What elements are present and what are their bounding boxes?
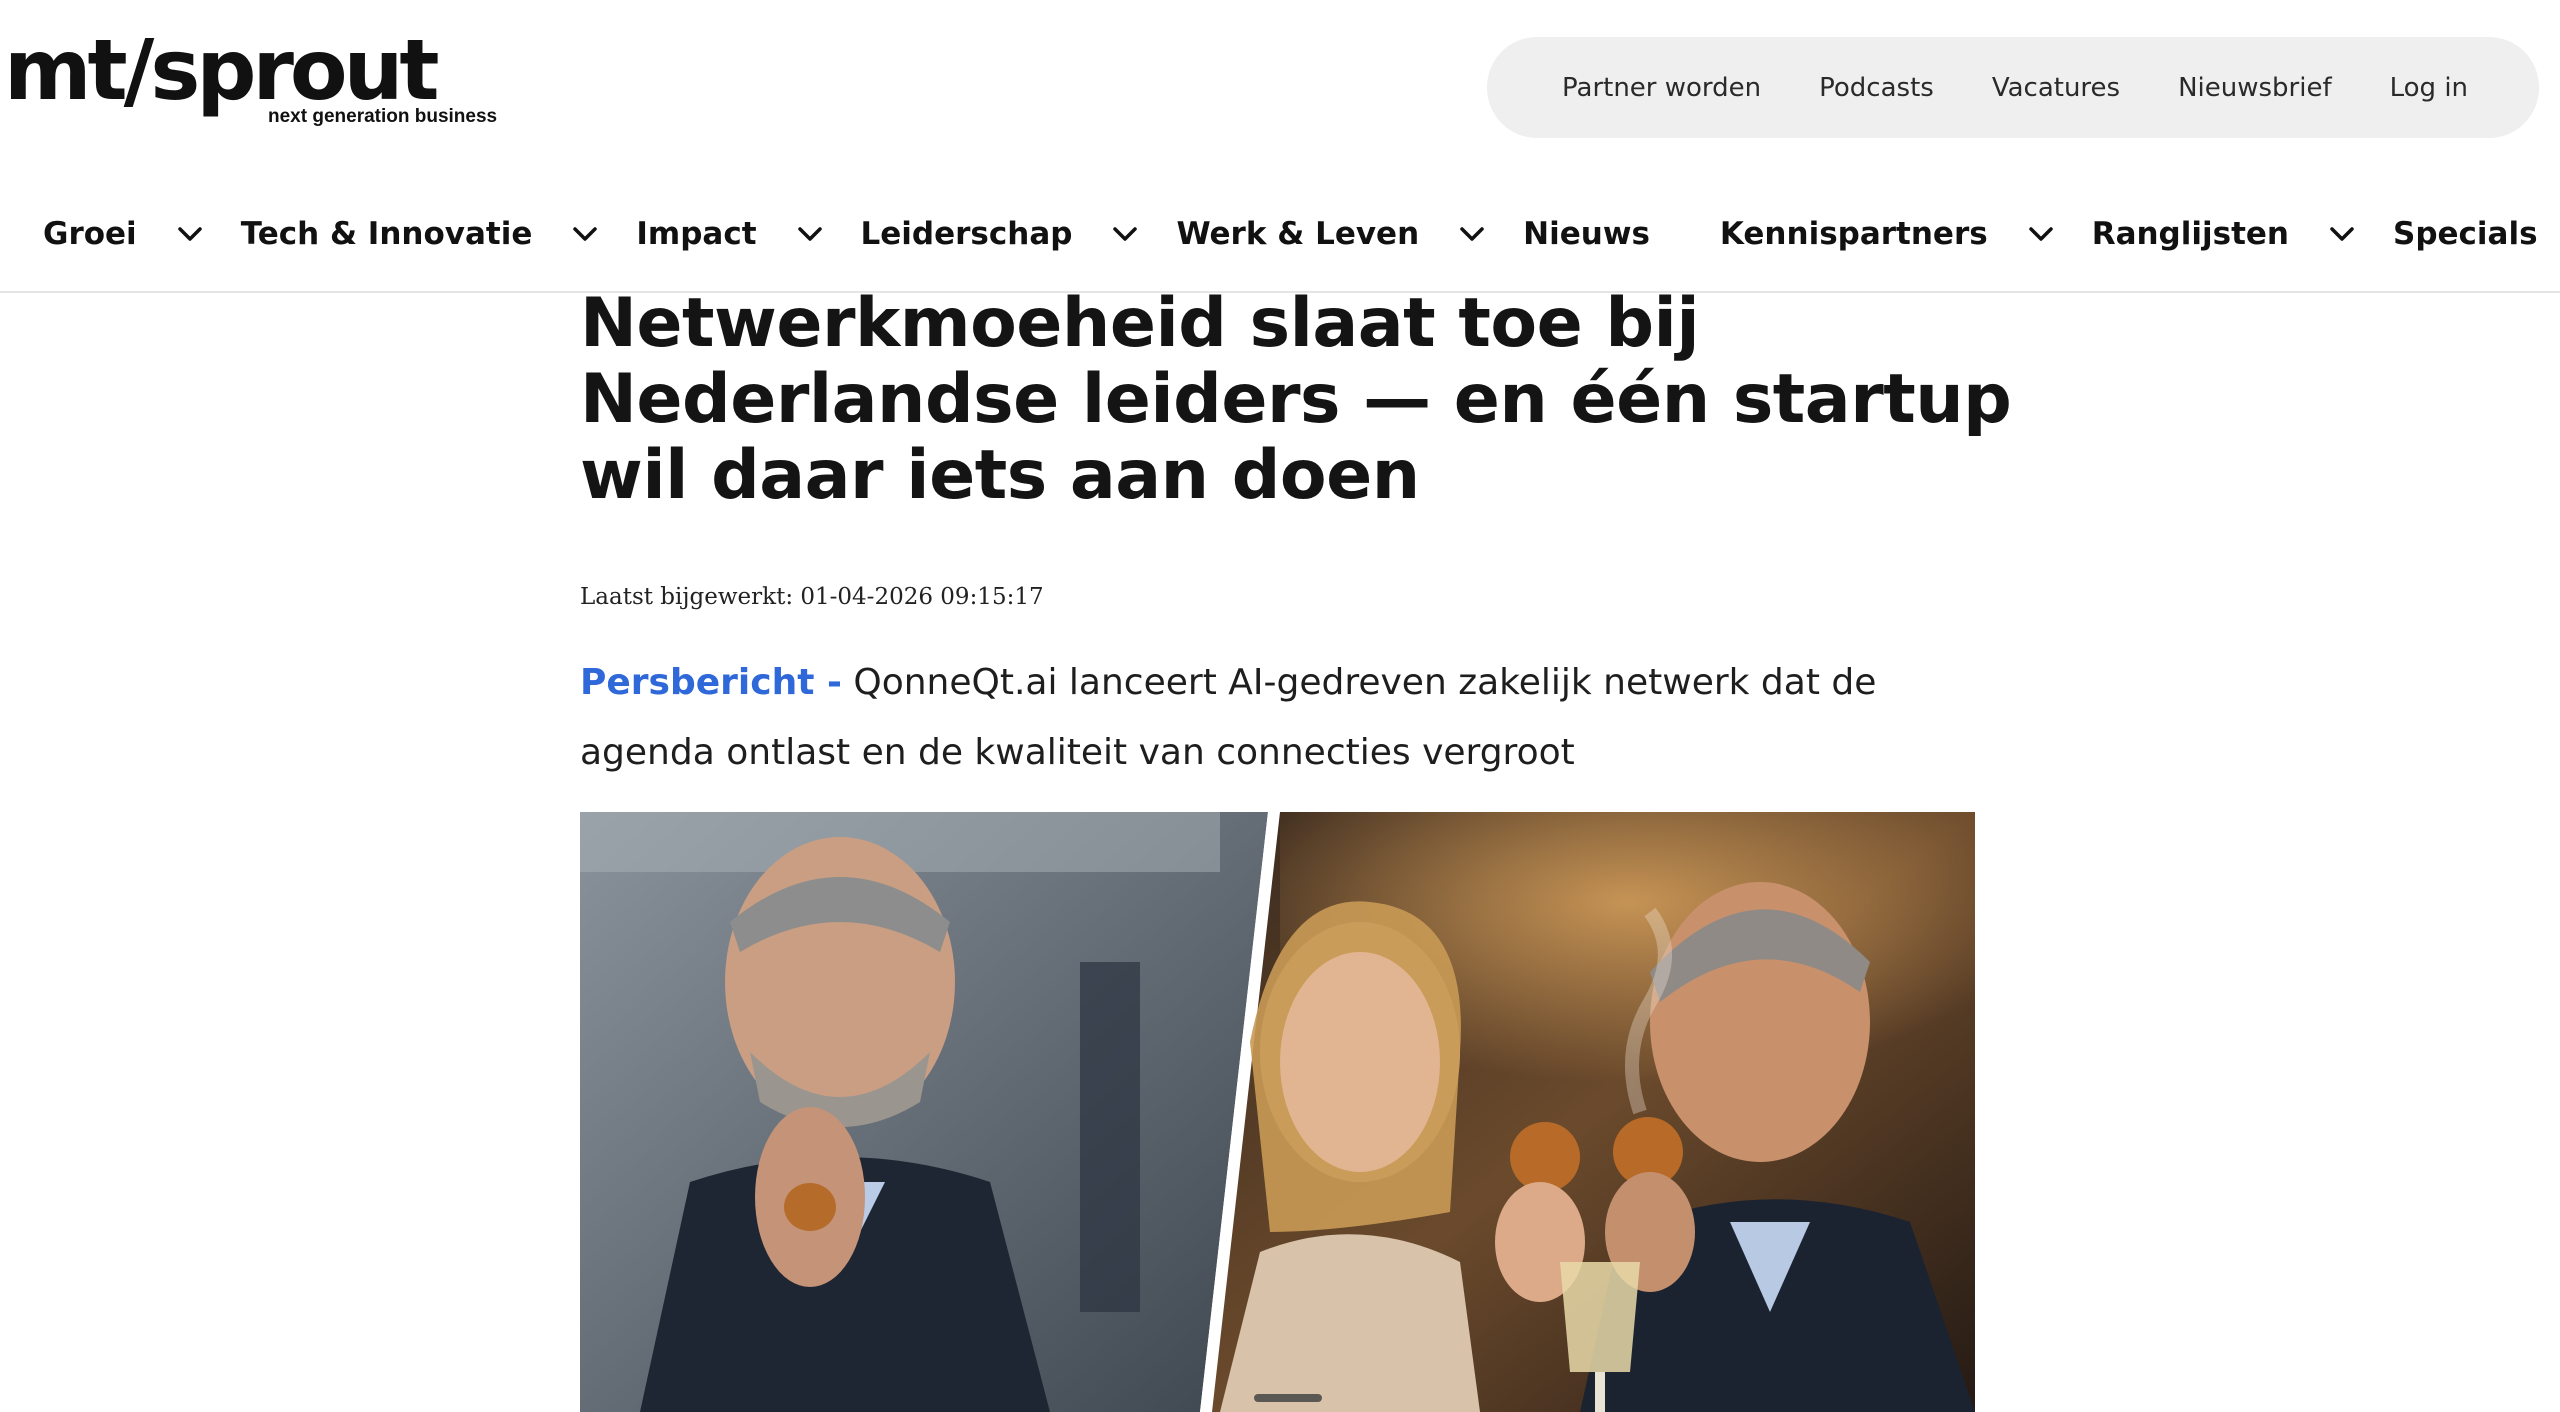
nav-item-werk-en-leven[interactable]: Werk & Leven: [1176, 216, 1485, 252]
nav-item-label: Werk & Leven: [1176, 216, 1420, 252]
article-kicker: Persbericht -: [580, 662, 842, 703]
nav-item-nieuws[interactable]: Nieuws: [1523, 216, 1650, 252]
nav-item-groei[interactable]: Groei: [43, 216, 203, 252]
nav-item-tech-en-innovatie[interactable]: Tech & Innovatie: [241, 216, 599, 252]
chevron-down-icon[interactable]: [1112, 226, 1138, 242]
chevron-down-icon[interactable]: [2329, 226, 2355, 242]
logo-tagline: next generation business: [268, 106, 498, 127]
logo-wordmark: mt/sprout: [4, 21, 440, 119]
nav-item-impact[interactable]: Impact: [636, 216, 822, 252]
utility-nav: Partner worden Podcasts Vacatures Nieuws…: [1487, 37, 2539, 138]
nav-item-label: Tech & Innovatie: [240, 216, 533, 252]
chevron-down-icon[interactable]: [177, 226, 203, 242]
article-title: Netwerkmoeheid slaat toe bij Nederlandse…: [580, 284, 2012, 515]
chevron-down-icon[interactable]: [1459, 226, 1485, 242]
nav-item-kennispartners[interactable]: Kennispartners: [1720, 216, 2054, 252]
nav-item-leiderschap[interactable]: Leiderschap: [861, 216, 1139, 252]
chevron-down-icon[interactable]: [797, 226, 823, 242]
main-navigation: Groei Tech & Innovatie Impact Leiderschap We…: [0, 200, 2560, 268]
nav-item-label: Specials: [2393, 216, 2538, 252]
topnav-partner-worden[interactable]: Partner worden: [1562, 73, 1761, 103]
topnav-vacatures[interactable]: Vacatures: [1992, 73, 2120, 103]
hero-image: [580, 812, 1975, 1412]
article-lead: Persbericht - QonneQt.ai lanceert AI-ged…: [580, 648, 1980, 788]
site-logo[interactable]: mt/sprout next generation business: [4, 28, 524, 138]
nav-item-label: Groei: [43, 216, 137, 252]
chevron-down-icon[interactable]: [572, 226, 598, 242]
nav-item-label: Kennispartners: [1719, 216, 1988, 252]
topnav-nieuwsbrief[interactable]: Nieuwsbrief: [2178, 73, 2332, 103]
last-updated: Laatst bijgewerkt: 01-04-2026 09:15:17: [580, 584, 1044, 610]
topnav-login[interactable]: Log in: [2390, 73, 2468, 103]
nav-item-label: Impact: [636, 216, 757, 252]
nav-item-specials[interactable]: Specials: [2393, 216, 2560, 252]
chevron-down-icon[interactable]: [2028, 226, 2054, 242]
nav-item-ranglijsten[interactable]: Ranglijsten: [2092, 216, 2355, 252]
topnav-podcasts[interactable]: Podcasts: [1819, 73, 1934, 103]
nav-item-label: Leiderschap: [860, 216, 1073, 252]
nav-item-label: Ranglijsten: [2091, 216, 2289, 252]
nav-item-label: Nieuws: [1523, 216, 1650, 252]
